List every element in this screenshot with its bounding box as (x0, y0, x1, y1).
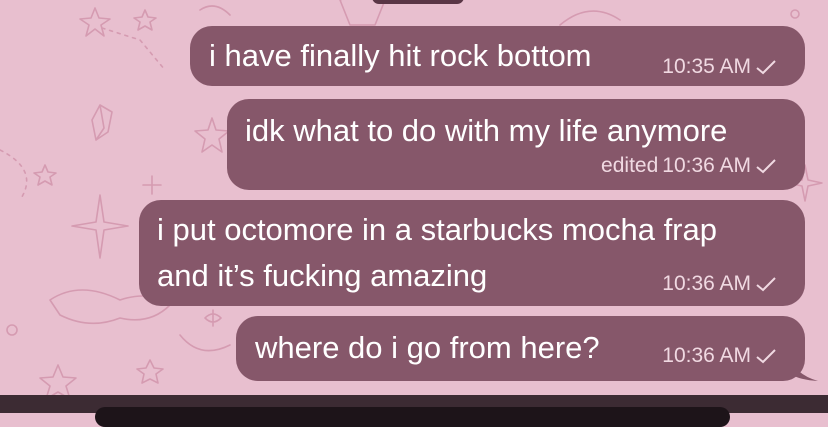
star-icon (79, 7, 111, 37)
single-check-icon (756, 159, 776, 174)
swirl-icon (559, 10, 621, 26)
message-text: and it’s fucking amazing (157, 258, 488, 293)
single-check-icon (756, 349, 776, 364)
dot-icon (6, 324, 18, 336)
plus-icon (142, 175, 162, 195)
constellation-line (101, 27, 166, 71)
single-check-icon (756, 277, 776, 292)
message-text: i put octomore in a starbucks mocha frap (157, 212, 717, 247)
message-bubble[interactable]: where do i go from here? 10:36 AM (236, 316, 805, 381)
message-meta: 10:35 AM (662, 55, 777, 79)
swirl-icon (199, 5, 231, 16)
message-text: idk what to do with my life anymore (245, 113, 728, 148)
message-time: 10:36 AM (662, 344, 751, 367)
message-input[interactable] (95, 407, 730, 427)
star-icon (194, 117, 230, 153)
sparkle-icon (71, 194, 129, 259)
header-handle (372, 0, 464, 4)
crystal-icon (91, 104, 113, 141)
message-time: 10:35 AM (662, 55, 751, 78)
single-check-icon (756, 60, 776, 75)
edited-label: edited (601, 154, 659, 177)
message-meta: 10:36 AM (662, 272, 777, 296)
dashed-curve (0, 149, 28, 201)
star-icon (39, 364, 77, 400)
bubble-tail (790, 356, 818, 381)
message-bubble[interactable]: i have finally hit rock bottom 10:35 AM (190, 26, 805, 86)
message-meta: 10:36 AM (662, 344, 777, 368)
star-icon (133, 9, 157, 31)
message-meta: edited 10:36 AM (601, 154, 777, 178)
message-bubble[interactable]: idk what to do with my life anymore edit… (227, 99, 805, 190)
message-text: where do i go from here? (255, 330, 600, 365)
star-icon (33, 164, 57, 186)
message-text: i have finally hit rock bottom (209, 38, 592, 73)
swirl-icon (179, 334, 231, 352)
dot-icon (790, 9, 800, 19)
message-time: 10:36 AM (662, 272, 751, 295)
message-bubble[interactable]: i put octomore in a starbucks mocha frap… (139, 200, 805, 306)
star-icon (136, 359, 164, 384)
message-time: 10:36 AM (662, 154, 751, 177)
flower-icon (204, 309, 222, 327)
